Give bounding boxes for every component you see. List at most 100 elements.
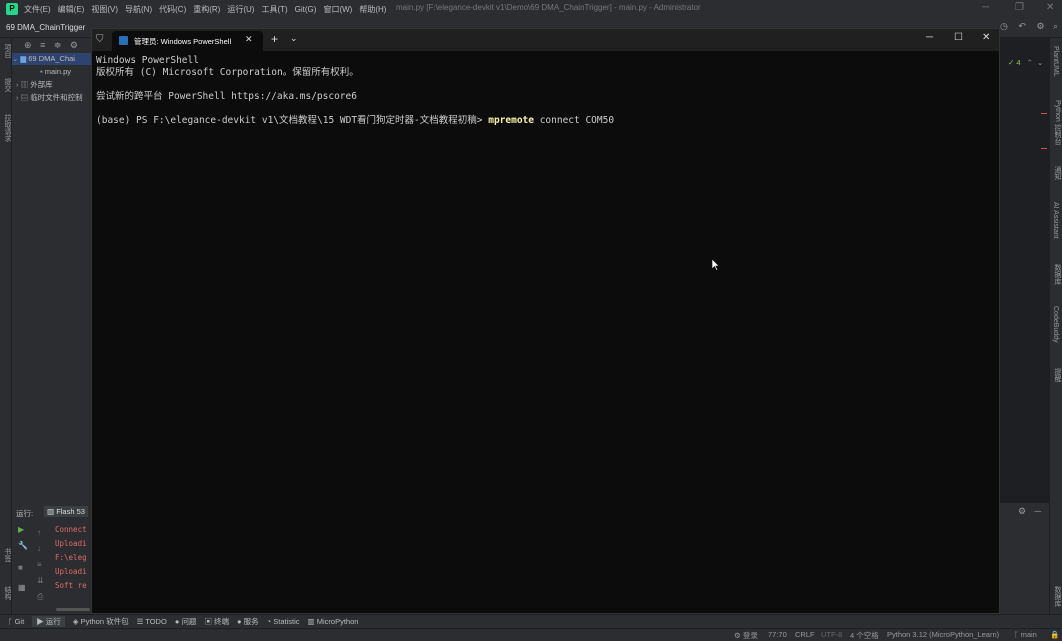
editor-area[interactable]: ✓ 4 ⌃ ⌄ — [1000, 38, 1049, 503]
bottom-tab-git[interactable]: ᚴ Git — [8, 617, 24, 626]
tree-external-libraries[interactable]: › ▥ 外部库 — [12, 79, 92, 91]
terminal-window[interactable]: ⛉ 管理员: Windows PowerShell ✕ + ⌄ ─ ☐ ✕ Wi… — [91, 28, 1000, 614]
ide-minimize-icon[interactable]: ─ — [982, 2, 989, 13]
menu-edit[interactable]: 编辑(E) — [58, 4, 85, 15]
pycharm-logo-icon[interactable]: P — [6, 3, 18, 15]
error-stripe-marker[interactable] — [1041, 148, 1047, 149]
close-icon[interactable]: ✕ — [982, 32, 990, 43]
menu-run[interactable]: 运行(U) — [227, 4, 254, 15]
rerun-icon[interactable]: ▶ — [18, 525, 24, 534]
menu-window[interactable]: 窗口(W) — [323, 4, 352, 15]
options-icon[interactable]: ⚙ — [70, 40, 78, 50]
status-bar: ⚙ 登录 77:70 CRLF UTF-8 4 个空格 Python 3.12 … — [0, 628, 1062, 640]
chevron-right-icon: › — [16, 93, 19, 102]
status-line-ending[interactable]: CRLF — [795, 630, 815, 639]
stop-icon[interactable]: ■ — [18, 563, 23, 572]
tool-pull-requests[interactable]: 拉取请求 — [2, 114, 12, 142]
bottom-tab-python-packages[interactable]: ◈ Python 软件包 — [73, 616, 129, 627]
tool-bookmarks[interactable]: 书签 — [2, 548, 12, 562]
tool-project[interactable]: 项目 — [2, 44, 12, 58]
tree-scratches[interactable]: › ▤ 临时文件和控制 — [12, 92, 92, 104]
minimize-panel-icon[interactable]: ─ — [1035, 506, 1041, 516]
project-name[interactable]: 69 DMA_ChainTrigger — [6, 23, 85, 32]
expand-all-icon[interactable]: ≡ — [40, 40, 45, 50]
status-caret-position[interactable]: 77:70 — [768, 630, 787, 639]
left-tool-stripe: 项目 提交 拉取请求 书签 结构 — [0, 38, 12, 628]
arrow-down-icon[interactable]: ↓ — [37, 541, 44, 557]
settings-icon[interactable]: ⚙ — [1036, 21, 1044, 31]
inspection-widget[interactable]: ✓ 4 ⌃ ⌄ — [1008, 58, 1043, 67]
menu-help[interactable]: 帮助(H) — [359, 4, 386, 15]
menu-git[interactable]: Git(G) — [295, 5, 317, 14]
tool-plantuml[interactable]: PlantUML — [1052, 46, 1059, 77]
chevron-right-icon: › — [16, 80, 19, 89]
undo-icon[interactable]: ↶ — [1018, 21, 1026, 31]
scroll-end-icon[interactable]: ⇊ — [37, 573, 44, 589]
menu-refactor[interactable]: 重构(R) — [193, 4, 220, 15]
menu-file[interactable]: 文件(E) — [24, 4, 51, 15]
run-scrollbar[interactable] — [56, 608, 90, 611]
wrench-icon[interactable]: 🔧 — [18, 541, 28, 550]
minimize-icon[interactable]: ─ — [926, 32, 933, 43]
tool-codebuddy[interactable]: CodeBuddy — [1052, 306, 1059, 343]
tool-python-console[interactable]: Python 控制台 — [1052, 100, 1062, 145]
powershell-icon — [119, 36, 128, 45]
menu-tools[interactable]: 工具(T) — [261, 4, 287, 15]
tree-file-main[interactable]: ▪ main.py — [12, 66, 92, 78]
status-indent[interactable]: 4 个空格 — [850, 630, 879, 641]
shield-icon: ⛉ — [96, 34, 104, 45]
tool-structure[interactable]: 结构 — [2, 586, 12, 600]
status-interpreter[interactable]: Python 3.12 (MicroPython_Learn) — [887, 630, 999, 639]
bottom-tab-run[interactable]: ▶ 运行 — [32, 616, 65, 627]
git-branch-icon: ᚴ — [1014, 630, 1019, 639]
git-branch-icon: ᚴ — [8, 617, 13, 626]
new-tab-icon[interactable]: + — [271, 32, 278, 46]
folder-icon: ▆ — [20, 54, 27, 63]
bottom-tab-micropython[interactable]: ▥ MicroPython — [308, 617, 359, 626]
tree-root-folder[interactable]: ⌄ ▆ 69 DMA_Chai — [12, 53, 92, 65]
chevron-up-icon[interactable]: ⌃ — [1027, 58, 1033, 67]
chevron-down-icon[interactable]: ⌄ — [290, 33, 298, 44]
status-git-branch[interactable]: ᚴ main — [1014, 630, 1037, 639]
tool-commit[interactable]: 提交 — [2, 78, 12, 92]
error-stripe-marker[interactable] — [1041, 113, 1047, 114]
locate-icon[interactable]: ⊕ — [24, 40, 32, 50]
layout-icon[interactable]: ▦ — [18, 583, 26, 592]
micropython-icon: ▥ — [307, 617, 315, 626]
gear-icon[interactable]: ⚙ — [1018, 506, 1026, 516]
status-lock-icon[interactable]: 🔒 — [1050, 630, 1059, 639]
bottom-tab-terminal[interactable]: ▣ 终端 — [204, 616, 229, 627]
tool-ai-assistant[interactable]: AI Assistant — [1052, 202, 1059, 239]
collapse-all-icon[interactable]: ≑ — [54, 40, 62, 50]
menu-navigate[interactable]: 导航(N) — [125, 4, 152, 15]
terminal-titlebar[interactable]: ⛉ 管理员: Windows PowerShell ✕ + ⌄ ─ ☐ ✕ — [92, 29, 999, 51]
ide-restore-icon[interactable]: ❐ — [1015, 2, 1024, 13]
status-encoding[interactable]: UTF-8 — [821, 630, 842, 639]
tool-reminder[interactable]: 提醒 — [1052, 368, 1062, 382]
tool-database[interactable]: 数据库 — [1052, 264, 1062, 285]
print-icon[interactable]: ⎙ — [37, 589, 44, 605]
tool-database-bottom[interactable]: 数据库 — [1052, 586, 1062, 607]
history-icon[interactable]: ◷ — [1000, 21, 1008, 31]
chevron-down-icon[interactable]: ⌄ — [1037, 58, 1043, 67]
soft-wrap-icon[interactable]: ≡ — [37, 557, 44, 573]
status-login[interactable]: ⚙ 登录 — [734, 630, 758, 641]
menu-code[interactable]: 代码(C) — [159, 4, 186, 15]
search-icon[interactable]: ⌕ — [1053, 21, 1058, 31]
terminal-tab[interactable]: 管理员: Windows PowerShell ✕ — [112, 31, 263, 51]
ide-close-icon[interactable]: ✕ — [1046, 2, 1054, 13]
bottom-tab-services[interactable]: ● 服务 — [237, 616, 259, 627]
terminal-command: mpremote — [488, 115, 534, 126]
run-tab-flash[interactable]: ▥ Flash 53 — [44, 506, 88, 517]
tool-notifications[interactable]: 通知 — [1052, 166, 1062, 180]
bottom-tab-todo[interactable]: ☰ TODO — [137, 617, 167, 626]
arrow-up-icon[interactable]: ↑ — [37, 525, 44, 541]
menu-view[interactable]: 视图(V) — [91, 4, 118, 15]
terminal-content[interactable]: Windows PowerShell 版权所有 (C) Microsoft Co… — [96, 55, 996, 127]
maximize-icon[interactable]: ☐ — [954, 32, 963, 43]
bottom-tab-problems[interactable]: ● 问题 — [175, 616, 197, 627]
tab-close-icon[interactable]: ✕ — [245, 34, 253, 45]
bottom-tool-bar: ᚴ Git ▶ 运行 ◈ Python 软件包 ☰ TODO ● 问题 ▣ 终端… — [0, 614, 1062, 628]
scratch-icon: ▤ — [20, 93, 29, 102]
bottom-tab-statistic[interactable]: ◔ Statistic — [267, 617, 300, 626]
